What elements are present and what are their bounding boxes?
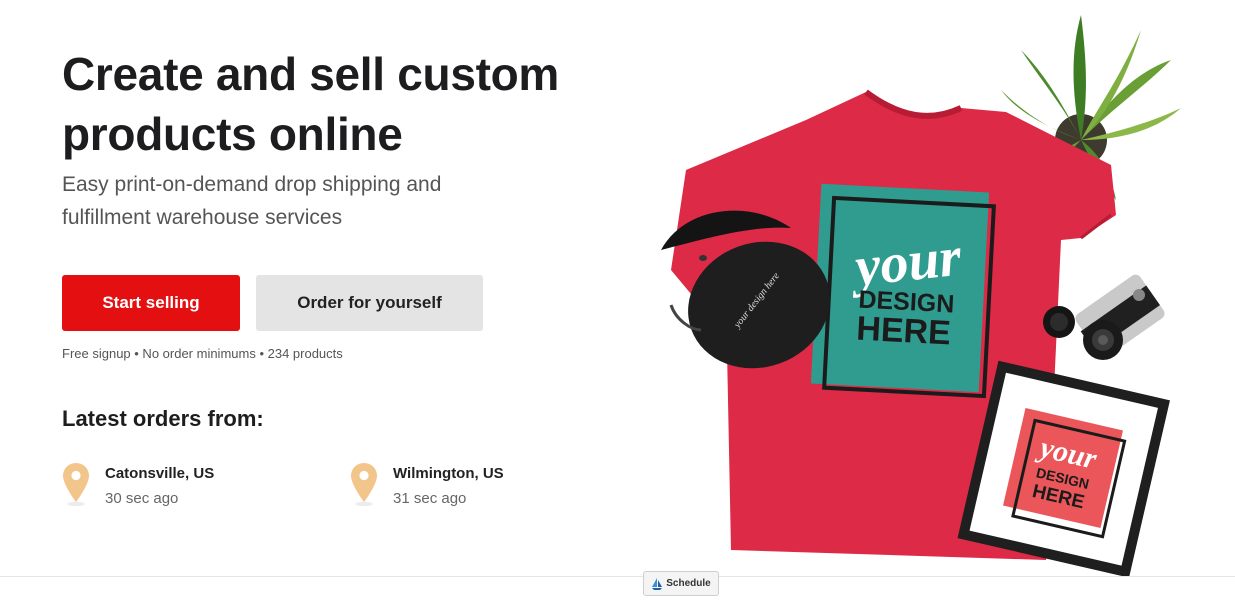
title-line-2: products online bbox=[62, 108, 403, 160]
page-divider bbox=[0, 576, 1235, 577]
order-city: Wilmington, US bbox=[393, 465, 504, 482]
shirt-design-line-3: HERE bbox=[855, 310, 951, 353]
start-selling-button[interactable]: Start selling bbox=[62, 275, 240, 331]
subtitle-line-1: Easy print-on-demand drop shipping and bbox=[62, 173, 442, 196]
order-time: 31 sec ago bbox=[393, 490, 467, 507]
sailboat-icon bbox=[652, 577, 663, 590]
schedule-widget-button[interactable]: Schedule bbox=[643, 571, 719, 596]
page-title: Create and sell custom products online bbox=[62, 44, 622, 164]
latest-orders-heading: Latest orders from: bbox=[62, 406, 264, 431]
order-for-yourself-button[interactable]: Order for yourself bbox=[256, 275, 483, 331]
order-city: Catonsville, US bbox=[105, 465, 215, 482]
order-item: Catonsville, US 30 sec ago bbox=[62, 462, 322, 512]
hero-subtitle: Easy print-on-demand drop shipping and f… bbox=[62, 168, 562, 234]
order-time: 30 sec ago bbox=[105, 490, 179, 507]
title-line-1: Create and sell custom bbox=[62, 48, 560, 100]
order-item: Wilmington, US 31 sec ago bbox=[350, 462, 610, 512]
subtitle-line-2: fulfillment warehouse services bbox=[62, 206, 343, 229]
signup-perks: Free signup • No order minimums • 234 pr… bbox=[62, 346, 343, 361]
product-mockup-image: your DESIGN HERE your design here your D… bbox=[641, 0, 1235, 576]
location-pin-icon bbox=[351, 463, 377, 507]
location-pin-icon bbox=[63, 463, 89, 507]
schedule-label: Schedule bbox=[666, 578, 711, 589]
